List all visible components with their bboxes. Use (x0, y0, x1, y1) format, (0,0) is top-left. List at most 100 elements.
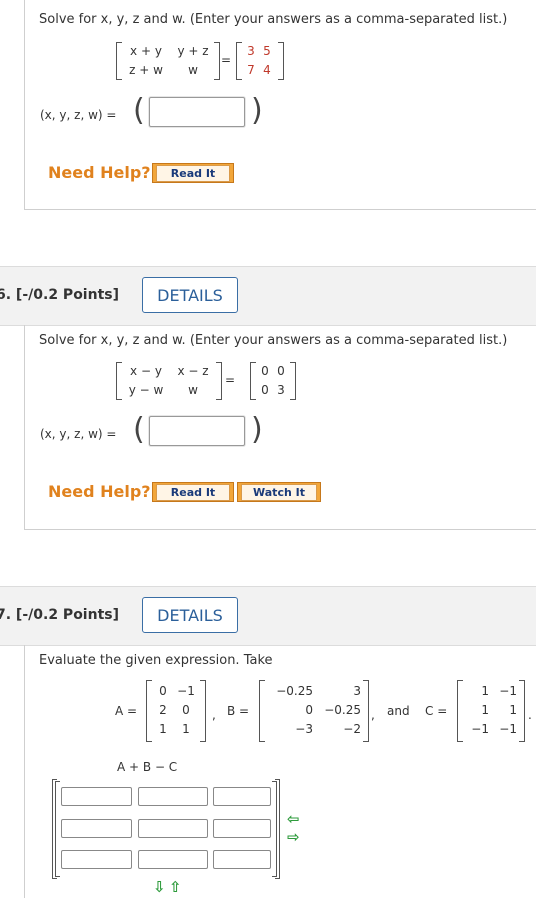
close-paren: ) (251, 412, 263, 447)
q7-prompt: Evaluate the given expression. Take (39, 653, 273, 668)
matrix-cell: x − z (177, 364, 209, 378)
remove-column-arrow-icon[interactable]: ⇦ (287, 812, 300, 827)
matrix-b: −0.25 3 0 −0.25 −3 −2 (259, 680, 369, 742)
open-paren: ( (133, 412, 145, 447)
q6-answer-input[interactable] (149, 416, 245, 446)
q6-read-it-button[interactable]: Read It (152, 482, 234, 502)
period: . (528, 708, 532, 722)
q6-answer-label: (x, y, z, w) = (40, 427, 117, 441)
matrix-cell: −1 (499, 684, 517, 698)
matrix-cell: x − y (130, 364, 162, 378)
bracket (216, 362, 222, 400)
matrix-cell: 1 (182, 722, 190, 736)
matrix-cell: 2 (159, 703, 167, 717)
matrix-cell: y + z (177, 44, 209, 58)
matrix-c-label: C = (425, 704, 448, 718)
read-it-label: Read It (156, 164, 230, 182)
q7-points: 7. [-/0.2 Points] (0, 607, 119, 623)
matrix-cell: −0.25 (324, 703, 361, 717)
add-column-arrow-icon[interactable]: ⇨ (287, 830, 300, 845)
matrix-cell: 1 (509, 703, 517, 717)
q5-answer-input[interactable] (149, 97, 245, 127)
bracket (236, 42, 242, 80)
question-7-header: 7. [-/0.2 Points] DETAILS (0, 586, 536, 646)
comma: , (212, 708, 216, 722)
comma: , (371, 708, 375, 722)
matrix-cell: z + w (129, 63, 163, 77)
matrix-cell: w (188, 63, 198, 77)
matrix-cell: y − w (128, 383, 164, 397)
bracket (146, 680, 152, 742)
bracket (278, 42, 284, 80)
matrix-cell: x + y (130, 44, 162, 58)
matrix-cell: 3 (353, 684, 361, 698)
bracket (200, 680, 206, 742)
q5-matrix-equation: x + y y + z z + w w = 3 5 7 4 (116, 42, 296, 80)
answer-cell-r3c3[interactable] (213, 850, 271, 869)
answer-cell-r2c3[interactable] (213, 819, 271, 838)
matrix-cell: 3 (277, 383, 285, 397)
read-it-label: Read It (156, 483, 230, 501)
answer-matrix-right-bracket-inner (275, 779, 280, 879)
q6-watch-it-button[interactable]: Watch It (237, 482, 321, 502)
open-paren: ( (133, 93, 145, 128)
matrix-cell: −0.25 (276, 684, 313, 698)
matrix-cell: −2 (343, 722, 361, 736)
q5-answer-label: (x, y, z, w) = (40, 108, 117, 122)
q6-matrix-equation: x − y x − z y − w w = 0 0 0 3 (116, 362, 306, 400)
matrix-cell: 1 (481, 703, 489, 717)
question-6-header: 6. [-/0.2 Points] DETAILS (0, 266, 536, 326)
bracket (363, 680, 369, 742)
close-paren: ) (251, 93, 263, 128)
matrix-cell: 0 (159, 684, 167, 698)
answer-cell-r2c2[interactable] (138, 819, 208, 838)
answer-cell-r1c2[interactable] (138, 787, 208, 806)
matrix-cell: 0 (305, 703, 313, 717)
and-text: and (387, 704, 410, 718)
matrix-cell: 7 (247, 63, 255, 77)
matrix-a-label: A = (115, 704, 138, 718)
answer-cell-r1c1[interactable] (61, 787, 132, 806)
watch-it-label: Watch It (241, 483, 317, 501)
q7-expression: A + B − C (117, 760, 178, 774)
equals-sign: = (220, 53, 232, 67)
matrix-c: 1 −1 1 1 −1 −1 (457, 680, 527, 742)
bracket (259, 680, 265, 742)
matrix-a: 0 −1 2 0 1 1 (146, 680, 212, 742)
answer-cell-r2c1[interactable] (61, 819, 132, 838)
matrix-cell: 0 (261, 383, 269, 397)
matrix-cell: 0 (277, 364, 285, 378)
matrix-cell: 0 (182, 703, 190, 717)
equals-sign: = (224, 373, 236, 387)
bracket (290, 362, 296, 400)
answer-cell-r3c1[interactable] (61, 850, 132, 869)
matrix-cell: −1 (499, 722, 517, 736)
matrix-cell: 4 (263, 63, 271, 77)
matrix-cell: −3 (295, 722, 313, 736)
matrix-cell: 1 (481, 684, 489, 698)
matrix-b-label: B = (227, 704, 250, 718)
answer-cell-r3c2[interactable] (138, 850, 208, 869)
bracket (116, 362, 122, 400)
matrix-cell: 3 (247, 44, 255, 58)
bracket (250, 362, 256, 400)
q5-need-help: Need Help? (48, 163, 151, 182)
answer-matrix-left-bracket-inner (52, 779, 57, 879)
matrix-cell: 1 (159, 722, 167, 736)
add-row-arrow-icon[interactable]: ⇩ (153, 880, 166, 895)
matrix-cell: w (188, 383, 198, 397)
q5-prompt: Solve for x, y, z and w. (Enter your ans… (39, 12, 508, 27)
remove-row-arrow-icon[interactable]: ⇧ (169, 880, 182, 895)
q6-need-help: Need Help? (48, 482, 151, 501)
matrix-cell: 5 (263, 44, 271, 58)
q7-details-button[interactable]: DETAILS (142, 597, 238, 633)
matrix-cell: 0 (261, 364, 269, 378)
q5-read-it-button[interactable]: Read It (152, 163, 234, 183)
answer-cell-r1c3[interactable] (213, 787, 271, 806)
q6-details-button[interactable]: DETAILS (142, 277, 238, 313)
matrix-cell: −1 (177, 684, 195, 698)
bracket (116, 42, 122, 80)
q6-prompt: Solve for x, y, z and w. (Enter your ans… (39, 333, 508, 348)
matrix-cell: −1 (471, 722, 489, 736)
q6-points: 6. [-/0.2 Points] (0, 287, 119, 303)
